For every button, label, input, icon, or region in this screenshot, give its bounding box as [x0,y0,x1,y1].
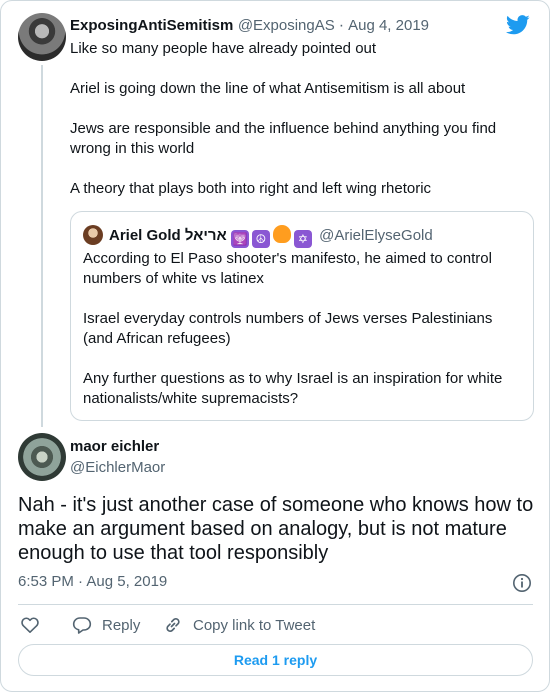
main-author-handle[interactable]: @EichlerMaor [70,459,165,476]
main-tweet-text: Nah - it's just another case of someone … [18,494,534,564]
fire-icon [272,225,291,243]
parent-paragraph: A theory that plays both into right and … [70,180,432,197]
reply-button[interactable]: Reply [72,611,140,639]
divider [18,604,533,605]
parent-date[interactable]: Aug 4, 2019 [348,17,429,34]
peace-symbol-icon: ☮ [251,230,270,248]
quoted-header: Ariel Gold אריאל 🕎 ☮ ✡ @ArielElyseGold [109,225,433,248]
parent-paragraph: Ariel is going down the line of what Ant… [70,80,466,97]
tweet-embed-card: ExposingAntiSemitism @ExposingAS · Aug 4, … [0,0,550,692]
parent-paragraph: Jews are responsible and the influence b… [70,120,497,157]
quoted-handle: @ArielElyseGold [319,227,433,244]
menorah-icon: 🕎 [230,230,249,248]
parent-avatar[interactable] [18,13,66,61]
main-avatar[interactable] [18,433,66,481]
like-button[interactable] [20,611,50,639]
quoted-name: Ariel Gold אריאל [109,227,227,244]
parent-header: ExposingAntiSemitism @ExposingAS · Aug 4, … [70,17,429,35]
tweet-timestamp[interactable]: 6:53 PM · Aug 5, 2019 [18,573,167,590]
read-replies-button[interactable]: Read 1 reply [18,644,533,676]
heart-icon [21,617,39,633]
info-icon[interactable] [512,573,532,593]
quoted-tweet-text: According to El Paso shooter's manifesto… [83,249,523,429]
quoted-tweet[interactable]: Ariel Gold אריאל 🕎 ☮ ✡ @ArielElyseGold Acc… [70,211,534,421]
twitter-bird-icon[interactable] [506,15,530,35]
quoted-paragraph: Any further questions as to why Israel i… [83,370,503,407]
parent-tweet-text: Like so many people have already pointed… [70,39,530,199]
copy-link-label: Copy link to Tweet [193,616,316,634]
reply-bubble-icon [72,617,92,634]
quoted-paragraph: Israel everyday controls numbers of Jews… [83,310,493,347]
main-author-name[interactable]: maor eichler [70,438,159,455]
tweet-actions: Reply Copy link to Tweet [18,611,533,639]
quoted-paragraph: According to El Paso shooter's manifesto… [83,250,492,287]
parent-paragraph: Like so many people have already pointed… [70,40,377,57]
quoted-avatar [83,225,103,245]
star-of-david-icon: ✡ [293,230,312,248]
link-icon [166,617,180,633]
reply-label: Reply [102,616,141,634]
parent-name[interactable]: ExposingAntiSemitism [70,17,233,34]
separator-dot: · [338,17,345,34]
parent-handle[interactable]: @ExposingAS [238,17,335,34]
copy-link-button[interactable]: Copy link to Tweet [163,611,315,639]
thread-line [41,65,43,427]
